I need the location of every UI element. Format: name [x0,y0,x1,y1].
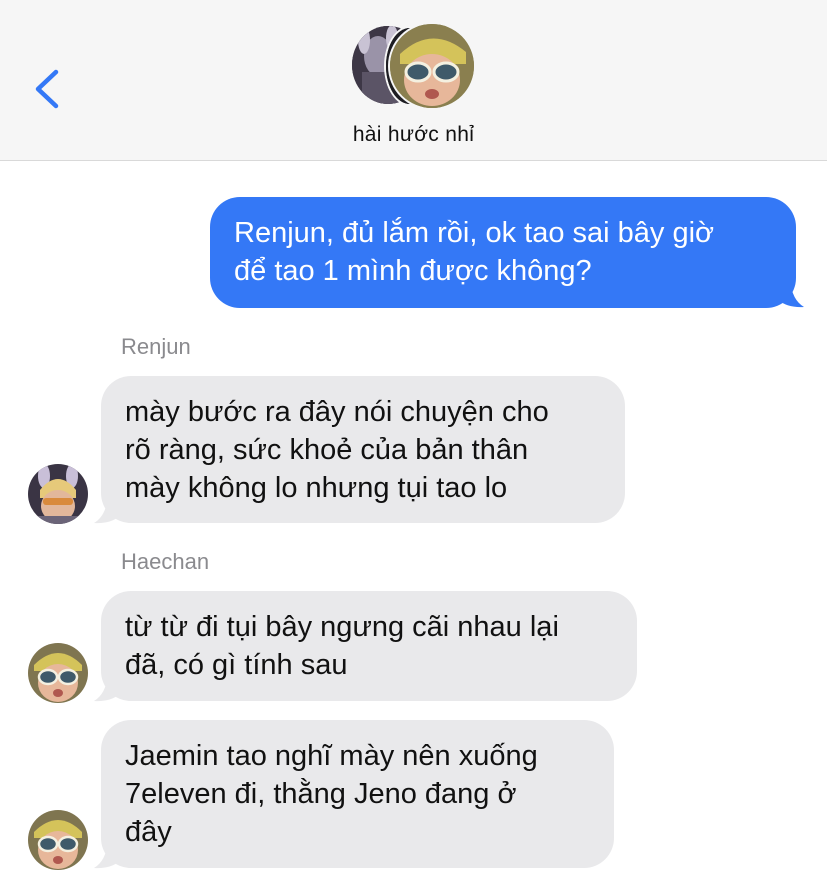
message-line: Renjun, đủ lắm rồi, ok tao sai bây giờ [234,217,715,249]
message-bubble-outgoing[interactable]: Renjun, đủ lắm rồi, ok tao sai bây giờ đ… [210,197,796,308]
message-line: mày bước ra đây nói chuyện cho [125,396,549,428]
message-line: đây [125,816,172,848]
message-line: rõ ràng, sức khoẻ của bản thân [125,434,529,466]
conversation-header: hài hước nhỉ [0,0,827,161]
avatar-haechan[interactable] [28,643,88,703]
bubble-tail [94,841,120,869]
message-line: từ từ đi tụi bây ngưng cãi nhau lại [125,611,559,643]
sender-name: Renjun [121,334,191,359]
message-line: để tao 1 mình được không? [234,255,592,287]
message-bubble-incoming[interactable]: Jaemin tao nghĩ mày nên xuống 7eleven đi… [101,720,614,868]
avatar-haechan[interactable] [28,810,88,870]
back-button[interactable] [30,64,70,114]
group-avatar-stack[interactable] [352,24,476,110]
avatar-renjun[interactable] [28,464,88,524]
bubble-tail [94,674,120,702]
bubble-tail [778,280,804,308]
message-line: đã, có gì tính sau [125,649,348,681]
chevron-left-icon [35,69,59,109]
message-line: Jaemin tao nghĩ mày nên xuống [125,740,538,772]
message-line: 7eleven đi, thằng Jeno đang ở [125,778,517,810]
conversation-title[interactable]: hài hước nhỉ [0,123,827,147]
message-line: mày không lo nhưng tụi tao lo [125,472,508,504]
sender-name: Haechan [121,549,210,574]
group-avatar-3 [390,24,474,108]
bubble-tail [94,496,120,524]
message-bubble-incoming[interactable]: mày bước ra đây nói chuyện cho rõ ràng, … [101,376,625,523]
message-bubble-incoming[interactable]: từ từ đi tụi bây ngưng cãi nhau lại đã, … [101,591,637,701]
